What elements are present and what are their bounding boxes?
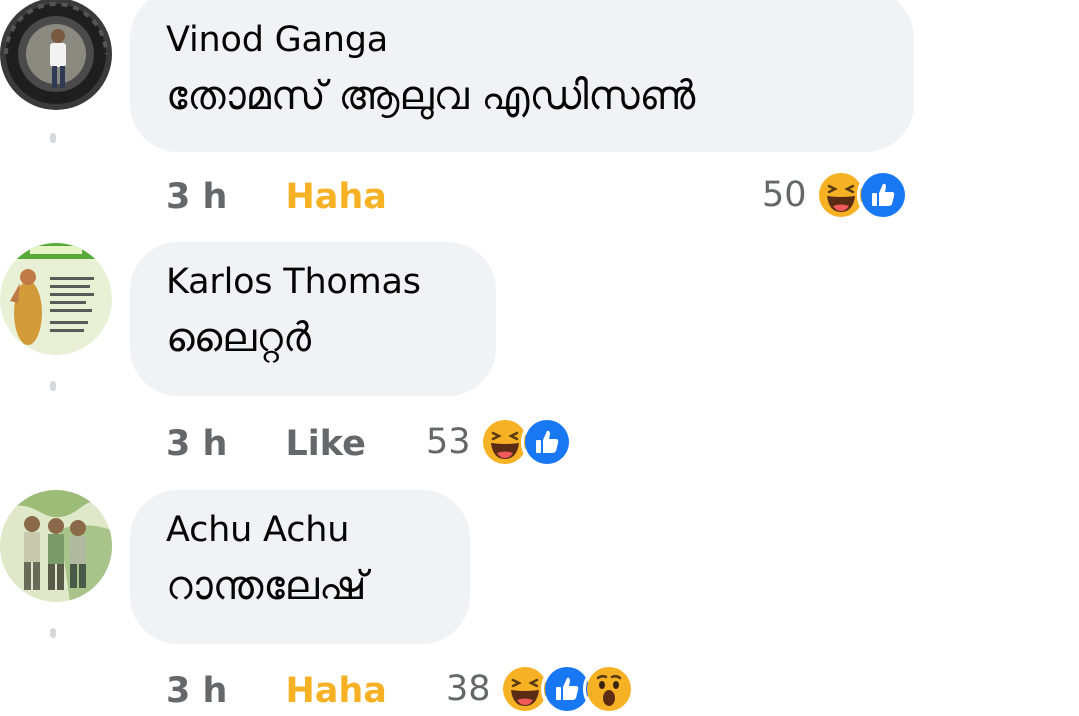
- comment-author[interactable]: Vinod Ganga: [166, 18, 878, 62]
- reaction-summary[interactable]: 38: [446, 663, 635, 715]
- reaction-summary[interactable]: 50: [762, 169, 909, 221]
- comment-meta: 3 h Like: [166, 419, 366, 469]
- avatar[interactable]: [0, 243, 112, 355]
- reaction-count: 38: [446, 669, 491, 709]
- comments-thread: Vinod Ganga തോമസ് ആലുവ എഡിസൺ 3 h Haha 50: [0, 0, 1079, 716]
- reaction-count: 53: [426, 422, 471, 462]
- comment-text: റാന്തലേഷ്: [166, 563, 367, 609]
- comment-bubble[interactable]: Achu Achu റാന്തലേഷ്: [130, 490, 470, 644]
- comment-bubble[interactable]: Vinod Ganga തോമസ് ആലുവ എഡിസൺ: [130, 0, 914, 152]
- like-button[interactable]: Like: [285, 424, 365, 464]
- comment-bubble[interactable]: Karlos Thomas ലൈറ്റർ: [130, 242, 496, 396]
- thread-line: [50, 381, 56, 391]
- comment-meta: 3 h Haha: [166, 666, 387, 716]
- thread-line: [50, 628, 56, 638]
- reaction-count: 50: [762, 175, 807, 215]
- reaction-summary[interactable]: 53: [426, 416, 573, 468]
- comment-time[interactable]: 3 h: [166, 671, 227, 711]
- thread-line: [50, 133, 56, 143]
- comment-text: തോമസ് ആലുവ എഡിസൺ: [166, 73, 696, 119]
- comment-author[interactable]: Achu Achu: [166, 508, 434, 552]
- wow-emoji-icon: [582, 663, 635, 715]
- comment-text: ലൈറ്റർ: [166, 315, 311, 361]
- haha-reaction-button[interactable]: Haha: [285, 671, 386, 711]
- like-emoji-icon: [520, 416, 573, 468]
- avatar[interactable]: [0, 0, 112, 110]
- haha-reaction-button[interactable]: Haha: [285, 177, 386, 217]
- avatar[interactable]: [0, 490, 112, 602]
- like-emoji-icon: [856, 169, 909, 221]
- comment-time[interactable]: 3 h: [166, 424, 227, 464]
- comment-author[interactable]: Karlos Thomas: [166, 260, 460, 304]
- comment-meta: 3 h Haha: [166, 172, 387, 222]
- comment-time[interactable]: 3 h: [166, 177, 227, 217]
